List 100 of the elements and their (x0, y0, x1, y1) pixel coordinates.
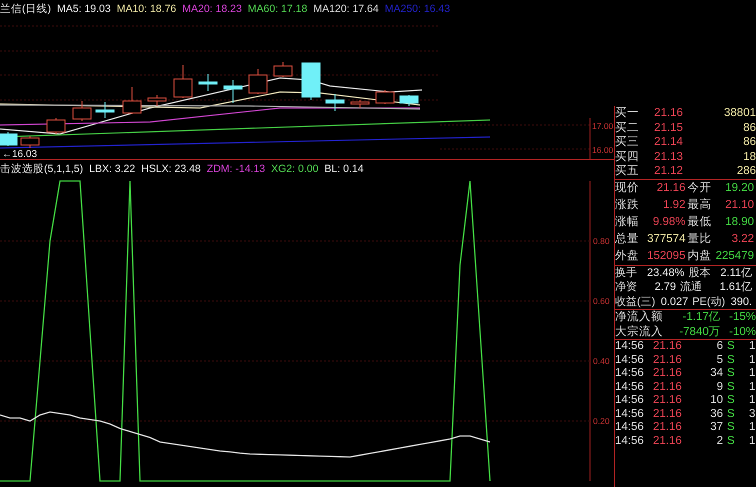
candlestick (174, 64, 192, 98)
axis-label: 0.20 (593, 416, 610, 426)
trade-volume: 37 (709, 421, 723, 434)
moving-average-value: MA60: 17.18 (248, 2, 308, 17)
candlestick (72, 100, 92, 122)
trade-volume: 6 (716, 340, 723, 354)
indicator-value: ZDM: -14.13 (206, 162, 266, 177)
candlestick (148, 94, 166, 106)
trade-price: 21.16 (653, 408, 683, 421)
quote-label: 收益(三) (615, 294, 656, 309)
trade-cell: 1 (749, 354, 756, 367)
bid-price: 21.12 (654, 164, 684, 178)
indicator-value: XG2: 0.00 (271, 162, 318, 177)
quote-value: 19.20 (724, 180, 755, 196)
candlestick (20, 136, 40, 148)
trade-side: S (726, 367, 736, 380)
quote-value: 225479 (714, 248, 755, 264)
bid-price: 21.16 (654, 106, 684, 120)
trade-side: S (726, 421, 736, 434)
quote-label: 涨幅 (615, 214, 640, 230)
quote-value: 377574 (646, 232, 686, 246)
axis-label: 0.40 (593, 356, 610, 366)
quote-value: 18.90 (724, 214, 755, 230)
quote-value: 2.11亿 (719, 266, 753, 280)
candlestick (350, 100, 370, 108)
trade-side: S (726, 434, 736, 448)
price-low-label: ←16.03 (2, 149, 38, 159)
quote-value: 21.16 (656, 180, 686, 196)
trade-price: 21.16 (653, 354, 683, 367)
trade-time: 14:56 (615, 421, 645, 434)
trade-volume: 36 (709, 408, 723, 421)
candlestick (0, 132, 18, 146)
trade-cell: 1 (749, 340, 756, 354)
quote-label: 外盘 (615, 248, 640, 264)
trade-price: 21.16 (653, 380, 683, 394)
trade-time: 14:56 (615, 367, 645, 380)
moving-average-value: MA10: 18.76 (116, 2, 176, 17)
quote-label: PE(动) (692, 294, 726, 309)
moving-average-value: MA120: 17.64 (313, 2, 379, 17)
trade-time: 14:56 (615, 340, 645, 354)
trade-price: 21.16 (653, 340, 683, 354)
axis-label: 16.00 (592, 145, 614, 155)
flow-percent: -10% (728, 324, 756, 339)
quote-label: 股本 (688, 266, 710, 280)
bid-price: 21.15 (654, 120, 684, 135)
trade-time: 14:56 (615, 434, 645, 448)
candlestick (274, 62, 292, 78)
trade-price: 21.16 (653, 367, 683, 380)
trade-side: S (726, 354, 736, 367)
indicator-value: LBX: 3.22 (89, 162, 136, 177)
trade-volume: 34 (709, 367, 723, 380)
quote-label: 最低 (687, 214, 712, 230)
trade-cell: 1 (749, 394, 756, 408)
quote-value: 2.79 (654, 280, 677, 294)
flow-value: -1.17亿 (682, 310, 721, 324)
quote-value: 9.98% (652, 214, 686, 230)
trade-volume: 5 (716, 354, 723, 367)
flow-percent: -15% (728, 310, 756, 324)
quote-value: 0.027 (660, 294, 690, 309)
trade-volume: 9 (716, 380, 723, 394)
candlestick (96, 102, 114, 118)
trade-volume: 10 (709, 394, 723, 408)
trade-price: 21.16 (653, 434, 683, 448)
candlestick (326, 94, 344, 112)
trade-price: 21.16 (653, 421, 683, 434)
candlestick (248, 68, 268, 94)
flow-value: -7840万 (678, 324, 721, 339)
quote-label: 净资 (615, 280, 637, 294)
quote-label: 今开 (687, 180, 712, 196)
quote-label: 现价 (615, 180, 640, 196)
bid-volume: 86 (742, 120, 756, 135)
quote-label: 流通 (680, 280, 702, 294)
quote-value: 1.92 (662, 198, 686, 212)
candlestick (302, 62, 320, 100)
moving-average-value: MA20: 18.23 (182, 2, 242, 17)
trade-side: S (726, 394, 736, 408)
chart-title: 兰信(日线) (0, 2, 51, 17)
quote-label: 换手 (615, 266, 637, 280)
trade-side: S (726, 380, 736, 394)
trade-cell: 1 (749, 367, 756, 380)
trade-cell: 1 (749, 380, 756, 394)
trade-side: S (726, 408, 736, 421)
moving-average-value: MA5: 19.03 (57, 2, 111, 17)
quote-value: 1.61亿 (718, 280, 753, 294)
candlestick (198, 74, 218, 92)
quote-label: 涨跌 (615, 198, 640, 212)
bid-volume: 38801 (723, 106, 756, 120)
bid-price: 21.13 (654, 150, 684, 164)
indicator-title: 击波选股(5,1,1,5) (0, 162, 84, 177)
trade-volume: 2 (716, 434, 723, 448)
trade-price: 21.16 (653, 394, 683, 408)
quote-value: 23.48% (646, 266, 686, 280)
bid-volume: 18 (742, 150, 756, 164)
candlestick (400, 94, 418, 106)
indicator-value: HSLX: 23.48 (141, 162, 201, 177)
moving-average-value: MA250: 16.43 (384, 2, 450, 17)
quote-label: 最高 (687, 197, 712, 212)
order-label: 买一 (615, 106, 640, 120)
candlestick (376, 90, 394, 104)
quote-label: 量比 (687, 232, 712, 246)
